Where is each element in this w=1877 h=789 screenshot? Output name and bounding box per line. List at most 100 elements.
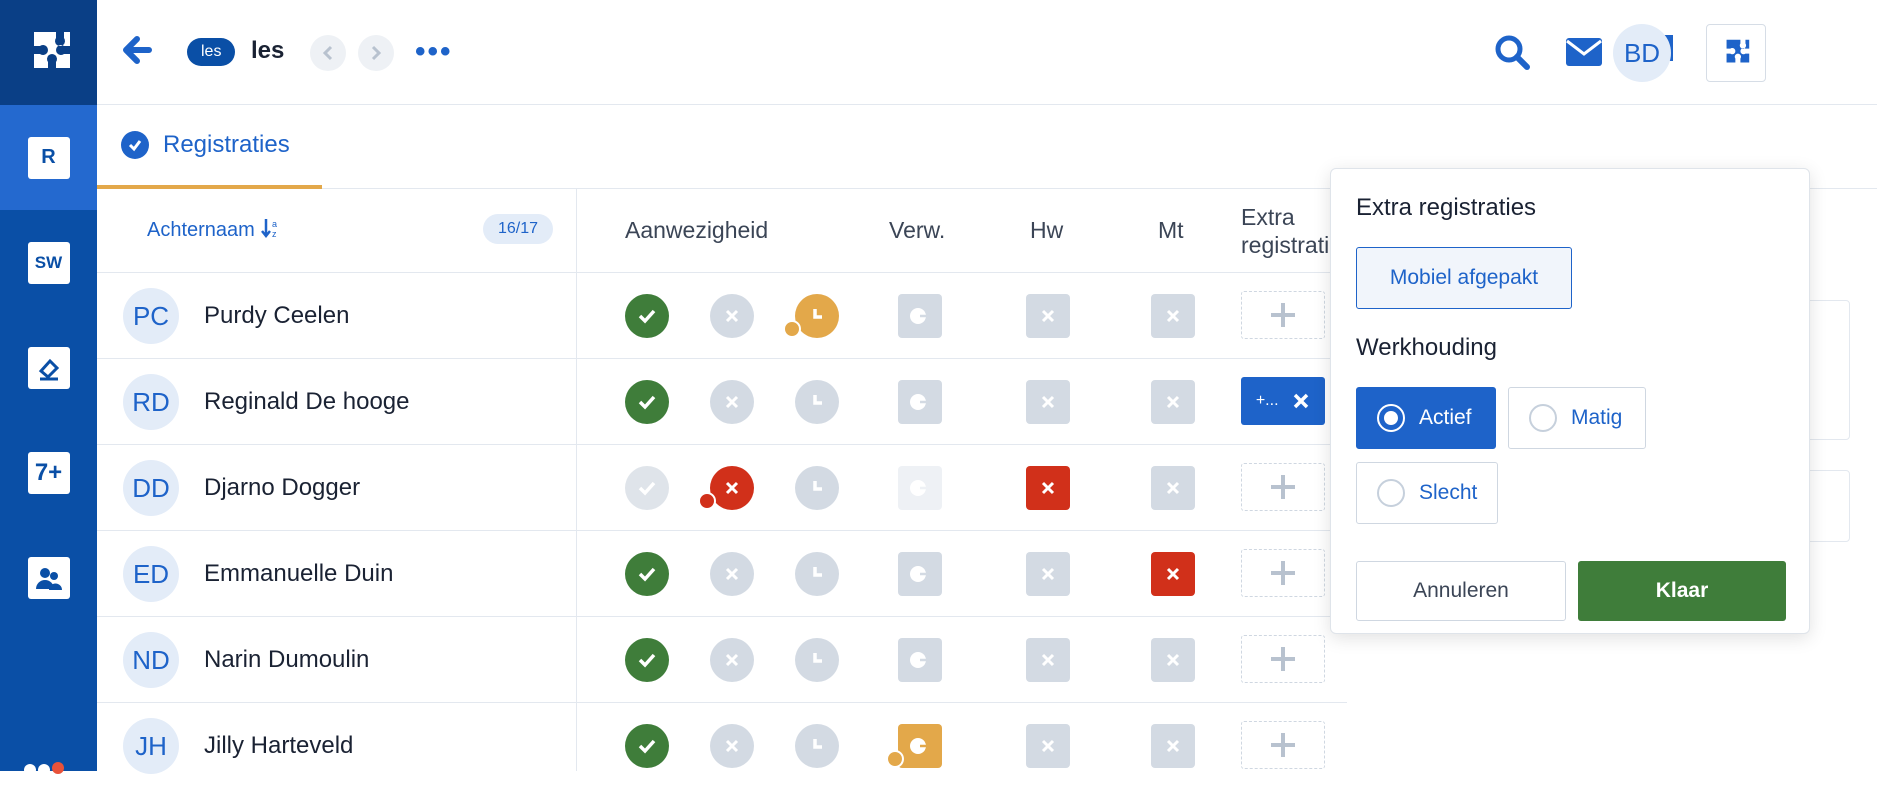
clock-icon (795, 724, 839, 768)
add-extra-button[interactable] (1241, 291, 1325, 339)
absent-button[interactable] (710, 724, 754, 768)
sidebar-item-people[interactable] (0, 525, 97, 630)
radio-label: Matig (1571, 406, 1623, 429)
previous-button[interactable] (310, 35, 346, 71)
hw-button[interactable] (1026, 638, 1070, 682)
mt-button[interactable] (1151, 724, 1195, 768)
absent-button[interactable] (710, 638, 754, 682)
table-header: Achternaam az 16/17 Aanwezigheid Verw. H… (97, 189, 1351, 273)
sidebar-item-registraties[interactable]: R (0, 105, 97, 210)
comment-icon[interactable] (698, 492, 716, 510)
verw-button[interactable] (898, 552, 942, 596)
late-button[interactable] (795, 466, 839, 510)
werkhouding-option-actief[interactable]: Actief (1356, 387, 1496, 449)
column-hw: Hw (1030, 217, 1064, 243)
sort-by-lastname-button[interactable]: Achternaam az (147, 217, 282, 242)
x-icon (1151, 638, 1195, 682)
late-button[interactable] (795, 724, 839, 768)
x-icon (1151, 294, 1195, 338)
absent-button[interactable] (710, 294, 754, 338)
late-button[interactable] (795, 552, 839, 596)
add-extra-button[interactable] (1241, 549, 1325, 597)
table-row: DD Djarno Dogger (97, 445, 1347, 531)
sidebar-item-sw[interactable]: SW (0, 210, 97, 315)
people-icon (27, 556, 70, 599)
add-extra-button[interactable] (1241, 635, 1325, 683)
app-switch-button[interactable] (1706, 24, 1766, 82)
tab-label: Registraties (163, 131, 290, 158)
hw-button[interactable] (1026, 294, 1070, 338)
late-button[interactable] (795, 380, 839, 424)
sidebar-item-eraser[interactable] (0, 315, 97, 420)
werkhouding-option-matig[interactable]: Matig (1508, 387, 1646, 449)
student-name[interactable]: Djarno Dogger (204, 474, 360, 502)
more-menu-button[interactable]: ••• (415, 37, 453, 67)
present-button[interactable] (625, 294, 669, 338)
late-button[interactable] (783, 294, 839, 338)
back-button[interactable] (119, 32, 155, 68)
present-button[interactable] (625, 380, 669, 424)
tab-registraties[interactable]: Registraties (97, 105, 322, 189)
table-row: JH Jilly Harteveld (97, 703, 1347, 789)
absent-button[interactable] (710, 380, 754, 424)
student-name[interactable]: Purdy Ceelen (204, 302, 349, 330)
cancel-button[interactable]: Annuleren (1356, 561, 1566, 621)
exit-icon (898, 638, 942, 682)
present-button[interactable] (625, 552, 669, 596)
absent-button[interactable] (710, 552, 754, 596)
student-name[interactable]: Reginald De hooge (204, 388, 410, 416)
app-logo[interactable] (0, 0, 97, 105)
comment-icon[interactable] (783, 320, 801, 338)
x-icon (710, 552, 754, 596)
werkhouding-title: Werkhouding (1356, 334, 1497, 361)
comment-icon[interactable] (886, 750, 904, 768)
close-icon[interactable] (1292, 392, 1310, 410)
verw-button[interactable] (898, 638, 942, 682)
verw-button[interactable] (898, 294, 942, 338)
sidebar-item-seven-plus[interactable]: 7+ (0, 420, 97, 525)
verw-button[interactable] (898, 466, 942, 510)
x-icon (1026, 466, 1070, 510)
extra-registration-pill[interactable]: +... (1241, 377, 1325, 425)
done-button[interactable]: Klaar (1578, 561, 1786, 621)
absent-button[interactable] (698, 466, 754, 510)
x-icon (1026, 380, 1070, 424)
mobiel-afgepakt-button[interactable]: Mobiel afgepakt (1356, 247, 1572, 309)
add-extra-button[interactable] (1241, 721, 1325, 769)
sidebar-item-label: 7+ (34, 458, 63, 486)
table-row: PC Purdy Ceelen (97, 273, 1347, 359)
x-icon (1026, 724, 1070, 768)
radio-label: Slecht (1419, 481, 1478, 504)
context-chip[interactable]: les (187, 38, 236, 66)
student-name[interactable]: Emmanuelle Duin (204, 560, 393, 588)
present-button[interactable] (625, 466, 669, 510)
werkhouding-option-slecht[interactable]: Slecht (1356, 462, 1498, 524)
hw-button[interactable] (1026, 466, 1070, 510)
mt-button[interactable] (1151, 552, 1195, 596)
mt-button[interactable] (1151, 380, 1195, 424)
radio-label: Actief (1419, 406, 1472, 429)
mt-button[interactable] (1151, 294, 1195, 338)
present-button[interactable] (625, 638, 669, 682)
hw-button[interactable] (1026, 552, 1070, 596)
user-avatar[interactable]: BD (1613, 24, 1671, 82)
mt-button[interactable] (1151, 466, 1195, 510)
svg-text:z: z (272, 229, 277, 239)
late-button[interactable] (795, 638, 839, 682)
check-icon (625, 380, 669, 424)
check-circle-icon (121, 131, 149, 159)
search-button[interactable] (1490, 30, 1534, 74)
student-name[interactable]: Jilly Harteveld (204, 732, 353, 760)
student-name[interactable]: Narin Dumoulin (204, 646, 369, 674)
add-extra-button[interactable] (1241, 463, 1325, 511)
hw-button[interactable] (1026, 380, 1070, 424)
verw-button[interactable] (886, 724, 942, 768)
mt-button[interactable] (1151, 638, 1195, 682)
hw-button[interactable] (1026, 724, 1070, 768)
seven-plus-icon: 7+ (27, 451, 70, 494)
next-button[interactable] (358, 35, 394, 71)
verw-button[interactable] (898, 380, 942, 424)
present-button[interactable] (625, 724, 669, 768)
clock-icon (795, 466, 839, 510)
mail-button[interactable] (1562, 30, 1606, 74)
